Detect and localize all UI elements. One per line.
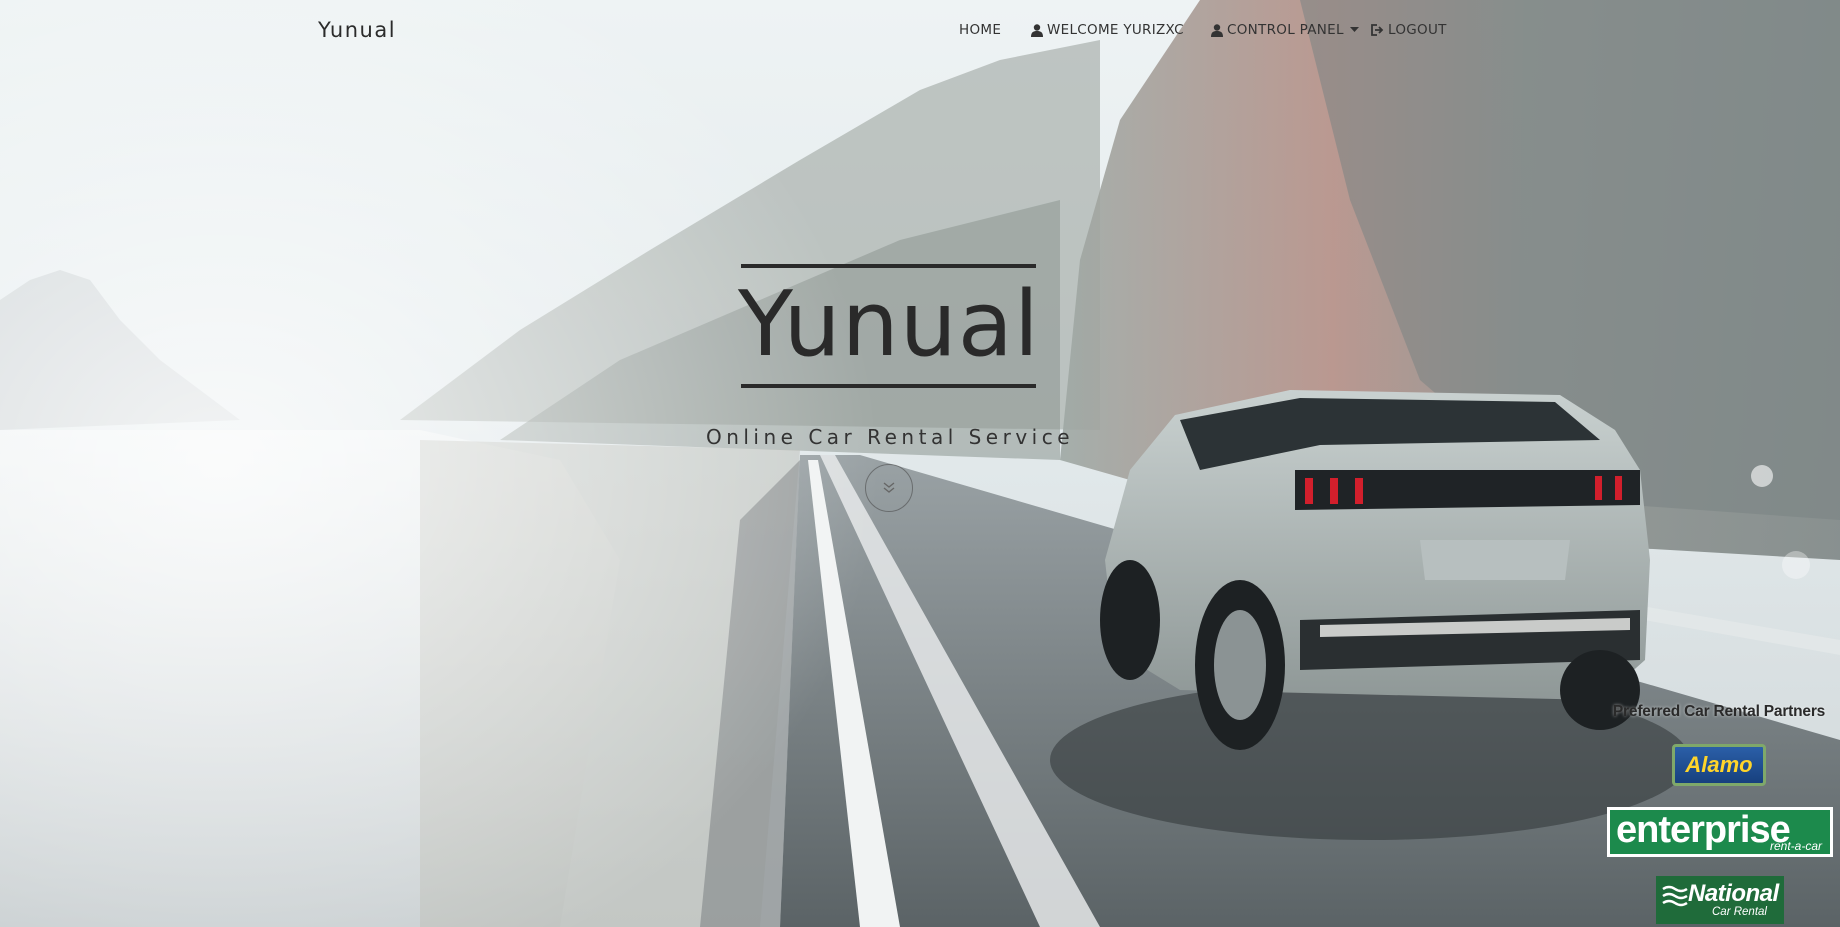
national-logo-tagline: Car Rental <box>1712 906 1767 918</box>
nav-welcome-label: WELCOME YURIZXC <box>1047 22 1184 38</box>
hero-headline: Yunual <box>738 264 1040 388</box>
hero-subtitle: Online Car Rental Service <box>705 425 1075 449</box>
alamo-logo-text: Alamo <box>1685 752 1753 777</box>
hero-title: Yunual <box>738 272 1040 377</box>
nav-logout-label: LOGOUT <box>1388 22 1447 38</box>
national-flag-icon <box>1662 885 1688 907</box>
partners-title: Preferred Car Rental Partners <box>1612 703 1826 720</box>
nav-welcome-link[interactable]: WELCOME YURIZXC <box>1031 22 1184 38</box>
double-chevron-down-icon <box>883 482 895 493</box>
nav-control-panel-dropdown[interactable]: CONTROL PANEL <box>1211 22 1359 38</box>
enterprise-logo[interactable]: enterprise rent-a-car <box>1607 807 1833 857</box>
enterprise-logo-tagline: rent-a-car <box>1769 839 1822 853</box>
user-icon <box>1031 23 1043 37</box>
nav-control-panel-label: CONTROL PANEL <box>1227 22 1344 38</box>
nav-logout-link[interactable]: LOGOUT <box>1371 22 1447 38</box>
user-icon <box>1211 23 1223 37</box>
top-nav: HOME WELCOME YURIZXC CONTROL PANEL LOGOU… <box>0 22 1840 42</box>
enterprise-logo-text: enterprise <box>1616 809 1791 851</box>
caret-down-icon <box>1349 27 1359 32</box>
scroll-down-button[interactable] <box>865 464 913 512</box>
national-logo-text: National <box>1688 880 1779 907</box>
nav-home-link[interactable]: HOME <box>959 22 1001 38</box>
title-rule-bottom <box>741 384 1036 388</box>
nav-home-label: HOME <box>959 22 1002 38</box>
alamo-logo[interactable]: Alamo <box>1672 744 1766 786</box>
national-logo[interactable]: National Car Rental <box>1656 876 1784 924</box>
title-rule-top <box>741 264 1036 268</box>
logout-icon <box>1371 24 1384 36</box>
hero-background-image <box>0 0 1840 927</box>
hero-section: Yunual HOME WELCOME YURIZXC CONTROL PANE… <box>0 0 1840 927</box>
